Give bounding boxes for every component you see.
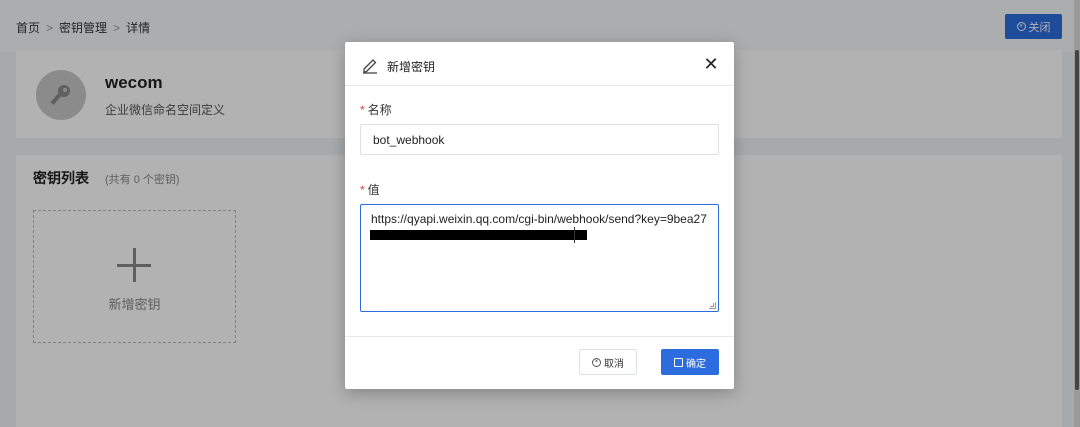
- confirm-label: 确定: [686, 358, 706, 370]
- cancel-circle-icon: ×: [592, 357, 601, 367]
- add-key-dialog: 新增密钥 ✕ *名称 *值 https://qyapi.weixin.qq.co…: [345, 42, 734, 389]
- dialog-footer: × 取消 确定: [345, 336, 734, 389]
- scrollbar[interactable]: [1075, 50, 1079, 390]
- value-textarea[interactable]: https://qyapi.weixin.qq.com/cgi-bin/webh…: [360, 204, 719, 312]
- edit-icon: [361, 56, 379, 74]
- close-icon[interactable]: ✕: [701, 54, 721, 74]
- cancel-label: 取消: [604, 358, 624, 370]
- value-label: * 值: [360, 181, 380, 198]
- name-input[interactable]: [360, 124, 719, 155]
- value-label-text: 值: [367, 183, 380, 197]
- cancel-button[interactable]: × 取消: [579, 349, 637, 375]
- redacted-block: [370, 230, 587, 240]
- value-text: https://qyapi.weixin.qq.com/cgi-bin/webh…: [371, 212, 707, 226]
- dialog-header: 新增密钥 ✕: [345, 42, 734, 86]
- confirm-button[interactable]: 确定: [661, 349, 719, 375]
- resize-handle[interactable]: [709, 302, 716, 309]
- required-mark: *: [360, 103, 365, 117]
- name-label-text: 名称: [367, 103, 392, 117]
- dialog-title: 新增密钥: [387, 60, 436, 74]
- name-label: * 名称: [360, 101, 392, 118]
- text-cursor: [574, 227, 575, 243]
- save-icon: [674, 357, 683, 367]
- required-mark: *: [360, 183, 365, 197]
